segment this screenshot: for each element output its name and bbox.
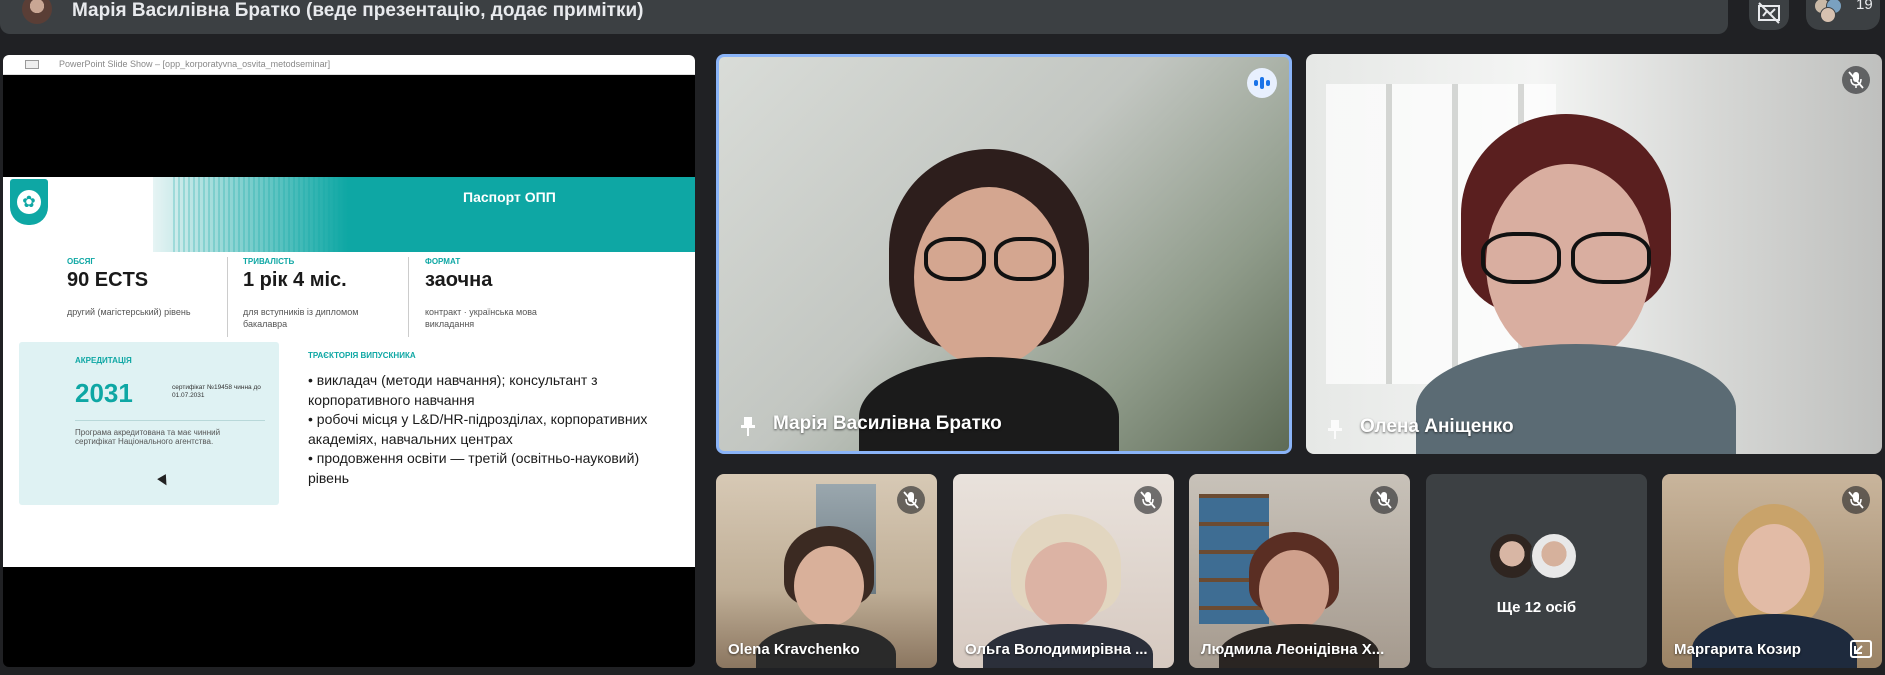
people-button[interactable]: 19 (1806, 0, 1880, 30)
mic-off-indicator (1842, 66, 1870, 94)
ppt-window-title: PowerPoint Slide Show – [opp_korporatyvn… (59, 59, 331, 69)
accreditation-note: Програма акредитована та має чинний серт… (75, 428, 221, 446)
stat-divider (408, 257, 409, 337)
video-face (1738, 524, 1810, 614)
stat-label: ФОРМАТ (425, 257, 461, 266)
speaking-indicator (1247, 68, 1277, 98)
slide: ✿ Паспорт ОПП ОБСЯГ 90 ECTS другий (магі… (3, 177, 695, 567)
accreditation-card: АКРЕДИТАЦІЯ 2031 сертифікат №19458 чинна… (19, 342, 279, 505)
stat-format: ФОРМАТ заочна контракт · українська мова… (425, 257, 565, 330)
picture-in-picture-icon[interactable] (1850, 640, 1872, 658)
participant-count: 19 (1856, 0, 1873, 13)
stat-label: ТРИВАЛІСТЬ (243, 257, 295, 266)
presentation-off-icon (1758, 2, 1780, 24)
pin-icon[interactable] (739, 415, 757, 437)
video-glasses (994, 237, 1056, 281)
list-item: • робочі місця у L&D/HR-підрозділах, кор… (308, 411, 648, 447)
stat-value: заочна (425, 269, 493, 291)
video-glasses (1571, 232, 1651, 284)
video-face (1025, 542, 1107, 628)
video-glasses (1481, 232, 1561, 284)
presentation-off-button[interactable] (1749, 0, 1789, 30)
video-face (1259, 550, 1329, 630)
people-avatars (1814, 0, 1846, 23)
mic-off-icon (1848, 491, 1864, 509)
slide-stripes (173, 177, 353, 252)
accreditation-label: АКРЕДИТАЦІЯ (75, 356, 132, 365)
mic-off-icon (1376, 491, 1392, 509)
stat-sub: для вступників із дипломом бакалавра (243, 307, 359, 329)
participant-name: Олена Аніщенко (1360, 416, 1514, 437)
shared-screen[interactable]: PowerPoint Slide Show – [opp_korporatyvn… (3, 55, 695, 667)
video-tile-maria[interactable]: Марія Василівна Братко (716, 54, 1292, 454)
participant-name: Людмила Леонідівна Х... (1201, 641, 1385, 658)
avatar (1530, 532, 1578, 580)
university-logo: ✿ (10, 179, 48, 225)
stat-sub: другий (магістерський) рівень (67, 307, 191, 317)
mic-off-indicator (1370, 486, 1398, 514)
video-tile-olena-kravchenko[interactable]: Olena Kravchenko (716, 474, 937, 668)
stat-divider (227, 257, 228, 337)
participant-name: Olena Kravchenko (728, 641, 860, 658)
stat-duration: ТРИВАЛІСТЬ 1 рік 4 міс. для вступників і… (243, 257, 383, 330)
presenter-banner: Марія Василівна Братко (веде презентацію… (0, 0, 1728, 34)
accreditation-year: 2031 (75, 378, 133, 408)
pin-icon[interactable] (1326, 418, 1344, 440)
flower-icon: ✿ (17, 190, 41, 214)
trajectory-label: ТРАЄКТОРІЯ ВИПУСКНИКА (308, 351, 416, 360)
video-glasses (924, 237, 986, 281)
avatar (1488, 532, 1536, 580)
mic-off-icon (1848, 71, 1864, 89)
window-icon (25, 60, 39, 69)
video-tile-olha[interactable]: Ольга Володимирівна ... (953, 474, 1174, 668)
mic-off-icon (1140, 491, 1156, 509)
accreditation-cert: сертифікат №19458 чинна до 01.07.2031 (172, 384, 261, 399)
video-tile-olena-anishchenko[interactable]: Олена Аніщенко (1306, 54, 1882, 454)
audio-level-icon (1254, 77, 1270, 89)
mic-off-indicator (897, 486, 925, 514)
video-tile-marharyta[interactable]: Маргарита Козир (1662, 474, 1882, 668)
participant-name: Ольга Володимирівна ... (965, 641, 1148, 658)
stat-value: 90 ECTS (67, 269, 149, 291)
mic-off-icon (903, 491, 919, 509)
mic-off-indicator (1842, 486, 1870, 514)
participant-name: Марія Василівна Братко (773, 413, 1002, 434)
trajectory-list: • викладач (методи навчання); консультан… (308, 371, 658, 488)
video-tile-liudmyla[interactable]: Людмила Леонідівна Х... (1189, 474, 1410, 668)
stat-value: 1 рік 4 міс. (243, 269, 347, 291)
stat-volume: ОБСЯГ 90 ECTS другий (магістерський) рів… (67, 257, 217, 318)
presenter-title: Марія Василівна Братко (веде презентацію… (72, 0, 644, 21)
slide-heading: Паспорт ОПП (463, 189, 556, 205)
more-participants-tile[interactable]: Ще 12 осіб (1426, 474, 1647, 668)
video-body (859, 357, 1119, 451)
divider (75, 420, 265, 421)
participant-name: Маргарита Козир (1674, 641, 1801, 658)
list-item: • продовження освіти — третій (освітньо-… (308, 450, 640, 486)
video-face (794, 546, 864, 626)
ppt-titlebar: PowerPoint Slide Show – [opp_korporatyvn… (3, 55, 695, 75)
stat-label: ОБСЯГ (67, 257, 95, 266)
list-item: • викладач (методи навчання); консультан… (308, 372, 598, 408)
stat-sub: контракт · українська мова викладання (425, 307, 537, 329)
presenter-avatar (22, 0, 52, 24)
more-participants-label: Ще 12 осіб (1496, 599, 1577, 616)
mic-off-indicator (1134, 486, 1162, 514)
